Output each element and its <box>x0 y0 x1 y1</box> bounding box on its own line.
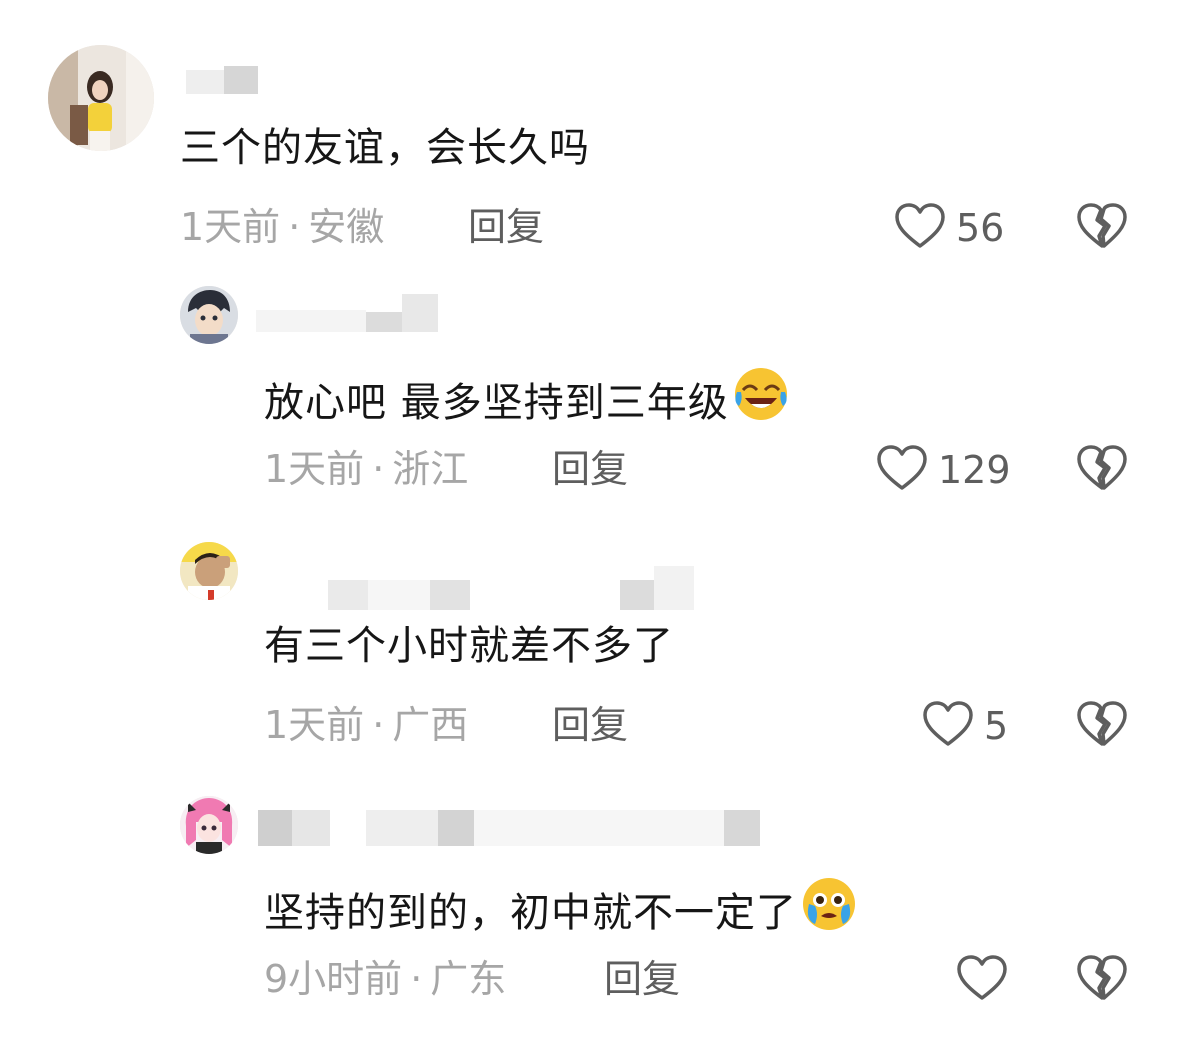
broken-heart-icon <box>1076 955 1128 1006</box>
reply-button[interactable]: 回复 <box>604 956 680 1002</box>
username-masked[interactable] <box>328 566 694 610</box>
reply-button[interactable]: 回复 <box>468 204 544 250</box>
broken-heart-icon <box>1076 445 1128 496</box>
heart-outline-icon <box>894 202 946 254</box>
like-count: 5 <box>984 704 1009 748</box>
comment-time: 1天前 <box>264 447 365 491</box>
meta-separator: · <box>372 703 385 747</box>
username-masked[interactable] <box>258 810 760 846</box>
reply-button[interactable]: 回复 <box>552 702 628 748</box>
broken-heart-icon <box>1076 203 1128 254</box>
meta-separator: · <box>372 447 385 491</box>
avatar[interactable] <box>180 796 238 854</box>
comment-location: 广东 <box>430 957 507 1001</box>
comment-location: 浙江 <box>392 447 469 491</box>
heart-outline-icon <box>876 444 928 496</box>
username-masked[interactable] <box>186 66 258 94</box>
comment-text: 有三个小时就差不多了 <box>264 623 674 669</box>
dislike-button[interactable] <box>1076 700 1128 748</box>
like-count: 56 <box>956 206 1005 250</box>
reply-item: 坚持的到的，初中就不一定了 9小时前 · 广东 回复 <box>0 772 1178 1042</box>
comment-location: 广西 <box>392 703 469 747</box>
like-button[interactable]: 56 <box>894 202 1004 254</box>
like-count: 129 <box>938 448 1011 492</box>
reply-button[interactable]: 回复 <box>552 446 628 492</box>
crying-laughing-emoji-icon <box>733 366 789 422</box>
like-button[interactable]: 129 <box>876 444 1011 496</box>
dislike-button[interactable] <box>1076 202 1128 250</box>
like-button[interactable] <box>956 954 1018 1006</box>
avatar[interactable] <box>48 45 154 151</box>
comment-meta: 9小时前 · 广东 <box>264 956 506 1002</box>
heart-outline-icon <box>922 700 974 752</box>
like-button[interactable]: 5 <box>922 700 1008 752</box>
comment-meta: 1天前 · 广西 <box>264 702 468 748</box>
avatar[interactable] <box>180 542 238 600</box>
comment-time: 1天前 <box>264 703 365 747</box>
dislike-button[interactable] <box>1076 444 1128 492</box>
comment-text: 三个的友谊，会长久吗 <box>180 125 590 171</box>
broken-heart-icon <box>1076 701 1128 752</box>
comment-location: 安徽 <box>308 205 385 249</box>
username-masked[interactable] <box>256 294 438 332</box>
comment-time: 9小时前 <box>264 957 403 1001</box>
comment-meta: 1天前 · 浙江 <box>264 446 468 492</box>
comment-meta: 1天前 · 安徽 <box>180 204 384 250</box>
comment-time: 1天前 <box>180 205 281 249</box>
comment-text: 放心吧 最多坚持到三年级 <box>264 366 789 427</box>
meta-separator: · <box>288 205 301 249</box>
comment-text: 坚持的到的，初中就不一定了 <box>264 876 857 937</box>
reply-item: 有三个小时就差不多了 1天前 · 广西 回复 5 <box>0 516 1178 772</box>
reply-item: 放心吧 最多坚持到三年级 1天前 · 浙江 回复 129 <box>0 260 1178 516</box>
avatar[interactable] <box>180 286 238 344</box>
dislike-button[interactable] <box>1076 954 1128 1002</box>
comment-text-content: 放心吧 最多坚持到三年级 <box>264 380 729 426</box>
meta-separator: · <box>410 957 423 1001</box>
comment-text-content: 坚持的到的，初中就不一定了 <box>264 890 797 936</box>
teary-emoji-icon <box>801 876 857 932</box>
heart-outline-icon <box>956 954 1008 1006</box>
comment-item: 三个的友谊，会长久吗 1天前 · 安徽 回复 56 <box>0 0 1178 260</box>
